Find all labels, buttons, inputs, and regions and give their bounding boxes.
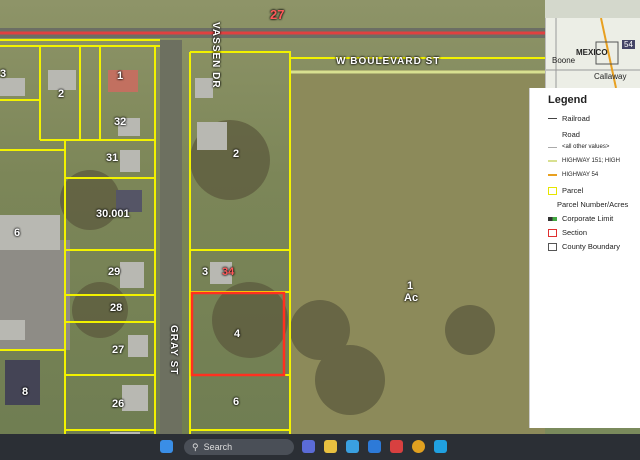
inset-boone-label: Boone	[552, 56, 576, 65]
search-placeholder: Search	[203, 442, 233, 452]
parcel-swatch-icon	[548, 186, 557, 195]
legend-corporate-limit: Corporate Limit	[548, 214, 613, 223]
parcel-label: 26	[112, 398, 125, 410]
parcel-label: 28	[110, 302, 123, 314]
w-boulevard-street-label: W BOULEVARD ST	[336, 56, 441, 67]
highway-27-label: 27	[270, 7, 285, 22]
parcel-label: 6	[14, 227, 21, 239]
parcel-label: 3	[0, 68, 7, 80]
legend-road: Road	[548, 130, 580, 139]
chrome-icon[interactable]	[412, 440, 425, 453]
parcel-label: 30.001	[96, 208, 130, 220]
start-icon[interactable]	[160, 440, 173, 453]
overview-inset-map[interactable]: MEXICO 54 Boone Callaway	[545, 18, 640, 88]
legend-parcel-number: Parcel Number/Acres	[557, 200, 629, 209]
inset-hwy-shield: 54	[622, 40, 635, 49]
map-overlay	[0, 28, 545, 446]
big-parcel-acres: Ac	[404, 292, 419, 304]
vassen-drive-label: VASSEN DR	[210, 22, 221, 89]
legend-highway-54: HIGHWAY 54	[548, 172, 598, 178]
corporate-limit-icon	[548, 216, 557, 221]
section-swatch-icon	[548, 228, 557, 237]
inset-callaway-label: Callaway	[594, 72, 627, 81]
big-parcel-number: 1	[407, 280, 414, 292]
parcel-label: 31	[106, 152, 119, 164]
parcel-label: 1	[117, 70, 124, 82]
legend-highway-151: HIGHWAY 151; HIGH	[548, 158, 620, 164]
selected-parcel-label: 4	[234, 328, 241, 340]
app-icon[interactable]	[434, 440, 447, 453]
legend-section: Section	[548, 228, 587, 237]
parcel-label: 2	[233, 148, 240, 160]
legend-title: Legend	[548, 94, 588, 106]
highway-151-icon	[548, 160, 557, 162]
map-legend-panel: Legend Railroad Road <all other values> …	[529, 88, 640, 428]
railroad-icon	[548, 118, 557, 119]
parcel-label: 34	[222, 266, 235, 278]
legend-railroad: Railroad	[548, 114, 590, 123]
county-boundary-icon	[548, 242, 557, 251]
windows-taskbar: ⚲ Search	[0, 434, 640, 460]
legend-other-values: <all other values>	[548, 144, 609, 150]
legend-county-boundary: County Boundary	[548, 242, 620, 251]
legend-parcel: Parcel	[548, 186, 583, 195]
taskbar-search-box[interactable]: ⚲ Search	[184, 439, 294, 455]
highway-54-icon	[548, 174, 557, 176]
parcel-label: 3	[202, 266, 209, 278]
search-icon: ⚲	[192, 441, 199, 452]
road-line-icon	[548, 146, 557, 148]
parcel-label: 27	[112, 344, 125, 356]
inset-mexico-label: MEXICO	[576, 48, 608, 57]
edge-icon[interactable]	[346, 440, 359, 453]
road-icon	[548, 131, 557, 139]
gray-street-label: GRAY ST	[168, 325, 179, 376]
mail-icon[interactable]	[390, 440, 403, 453]
store-icon[interactable]	[368, 440, 381, 453]
file-explorer-icon[interactable]	[324, 440, 337, 453]
task-view-icon[interactable]	[302, 440, 315, 453]
parcel-label: 8	[22, 386, 29, 398]
parcel-map[interactable]: 27 W BOULEVARD ST GRAY ST VASSEN DR 3 2 …	[0, 0, 545, 446]
parcel-label: 2	[58, 88, 65, 100]
parcel-label: 32	[114, 116, 127, 128]
gray-st-road	[160, 40, 182, 446]
parcel-label: 6	[233, 396, 240, 408]
parcel-label: 29	[108, 266, 121, 278]
